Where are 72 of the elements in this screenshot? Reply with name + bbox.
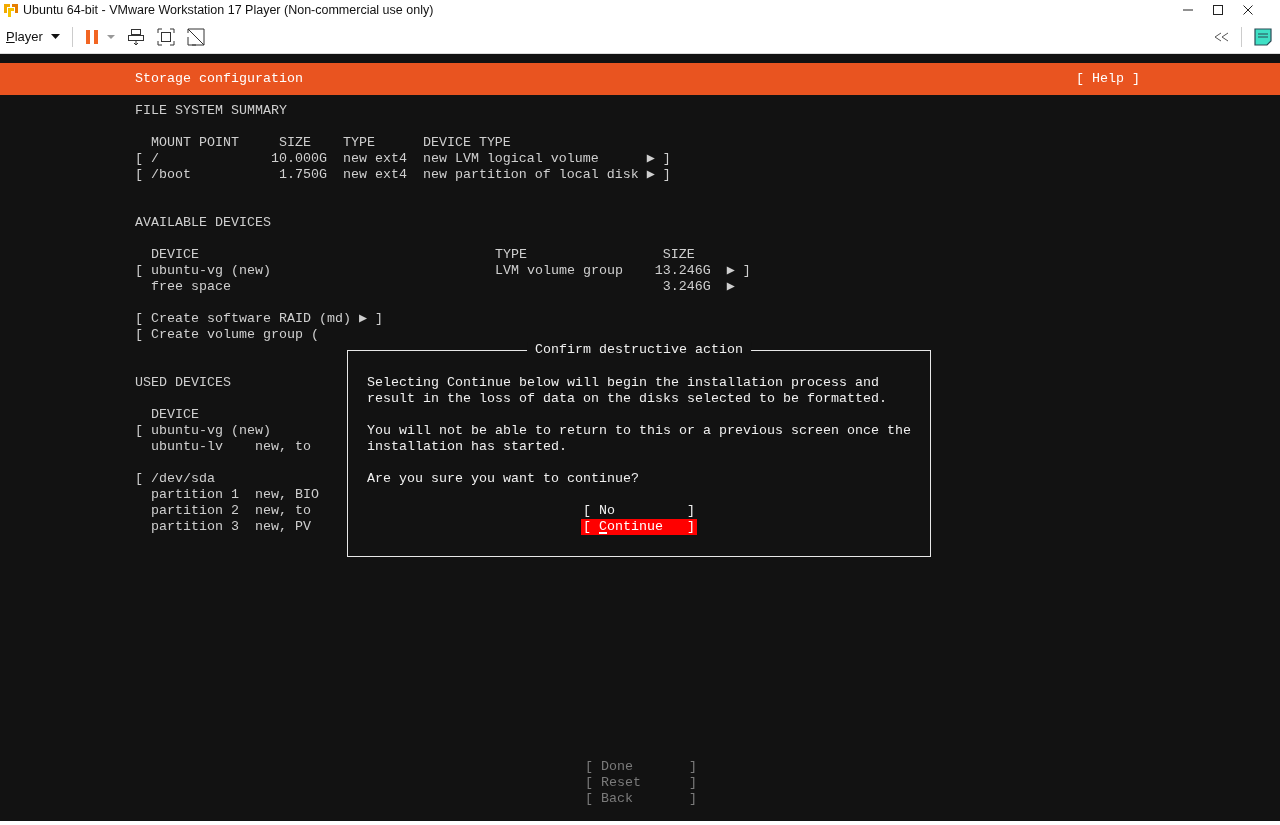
bracket: ]: [662, 167, 671, 183]
table-cell-text: new LVM logical volume: [422, 151, 600, 167]
column-header: DEVICE TYPE: [422, 135, 511, 151]
table-cell[interactable]: partition 1: [151, 487, 239, 502]
table-cell-text: new ext4: [342, 151, 408, 167]
column-header: TYPE: [494, 247, 528, 263]
note-icon[interactable]: [1254, 27, 1272, 46]
collapse-icon[interactable]: [1213, 31, 1229, 42]
close-icon[interactable]: [1242, 4, 1254, 16]
bracket: ]: [742, 263, 751, 279]
maximize-icon[interactable]: [1212, 4, 1224, 16]
caret-icon: [50, 34, 60, 39]
table-cell[interactable]: ubuntu-vg (new): [151, 263, 271, 278]
arrow-glyph: ▶: [726, 279, 735, 294]
table-cell[interactable]: ubuntu-lv: [151, 439, 223, 454]
send-keys-icon[interactable]: [126, 27, 145, 46]
pause-icon[interactable]: [84, 28, 99, 45]
table-cell: 13.246G: [654, 263, 711, 278]
arrow-glyph: ▶: [646, 151, 656, 167]
table-cell[interactable]: partition 3: [151, 519, 239, 534]
text-cursor: [599, 532, 607, 534]
table-cell: new, PV: [254, 519, 311, 535]
player-menu[interactable]: Player: [6, 29, 60, 44]
footer-button[interactable]: [ Back ]: [585, 791, 697, 807]
table-cell-text: new ext4: [342, 167, 408, 183]
section-heading: USED DEVICES: [135, 375, 231, 391]
dialog-message: Are you sure you want to continue?: [367, 471, 640, 487]
table-cell[interactable]: /dev/sda: [151, 471, 215, 486]
column-header: MOUNT POINT: [151, 135, 240, 151]
footer-button[interactable]: [ Done ]: [585, 759, 697, 775]
table-cell[interactable]: /boot: [151, 167, 271, 183]
bracket: [: [135, 423, 143, 438]
dialog-message: Selecting Continue below will begin the installation process and result in the loss of data on the disks selected to be formatted.: [367, 375, 888, 407]
table-cell-text: 1.750G: [277, 167, 327, 183]
table-cell: LVM volume group: [494, 263, 623, 278]
unity-mode-icon[interactable]: [186, 27, 205, 46]
column-header: TYPE: [342, 135, 376, 151]
table-cell: new, to: [254, 439, 311, 455]
column-header: DEVICE: [151, 247, 200, 263]
column-header: SIZE: [662, 247, 695, 263]
fullscreen-icon[interactable]: [156, 27, 175, 46]
dialog-message: You will not be able to return to this or a previous screen once the installation has started.: [367, 423, 912, 455]
bracket: [: [135, 151, 144, 167]
dropdown-caret-icon[interactable]: [106, 34, 115, 39]
table-cell[interactable]: ubuntu-vg (new): [151, 423, 271, 438]
table-cell: new, to: [254, 503, 311, 519]
dialog-button[interactable]: [ Continue ]: [581, 519, 697, 535]
arrow-glyph: ▶: [646, 167, 656, 183]
window-title: Ubuntu 64-bit - VMware Workstation 17 Player (Non-commercial use only): [23, 3, 434, 17]
action-button[interactable]: [ Create volume group (: [135, 327, 319, 343]
table-cell: new, BIO: [254, 487, 319, 503]
table-cell: 10.000G: [270, 151, 327, 167]
action-button[interactable]: [ Create software RAID (md) ▶ ]: [135, 311, 383, 327]
section-heading: AVAILABLE DEVICES: [135, 215, 271, 231]
bracket: ]: [662, 151, 671, 167]
table-cell[interactable]: partition 2: [151, 503, 239, 518]
help-button[interactable]: [ Help ]: [1076, 71, 1140, 87]
app-logo-icon: [3, 2, 19, 18]
bracket: [: [135, 471, 143, 486]
table-cell-text: new partition of local disk: [422, 167, 640, 183]
screen-title: Storage configuration: [135, 71, 303, 87]
table-cell[interactable]: /: [151, 151, 271, 167]
arrow-glyph: ▶: [726, 263, 735, 278]
section-heading: FILE SYSTEM SUMMARY: [135, 103, 287, 119]
table-cell[interactable]: free space: [151, 279, 231, 294]
bracket: [: [135, 263, 143, 278]
table-cell: 3.246G: [662, 279, 711, 294]
column-header: SIZE: [278, 135, 312, 151]
footer-button[interactable]: [ Reset ]: [585, 775, 697, 791]
dialog-button[interactable]: [ No ]: [581, 503, 697, 519]
column-header: DEVICE: [151, 407, 199, 423]
bracket: [: [135, 167, 144, 183]
